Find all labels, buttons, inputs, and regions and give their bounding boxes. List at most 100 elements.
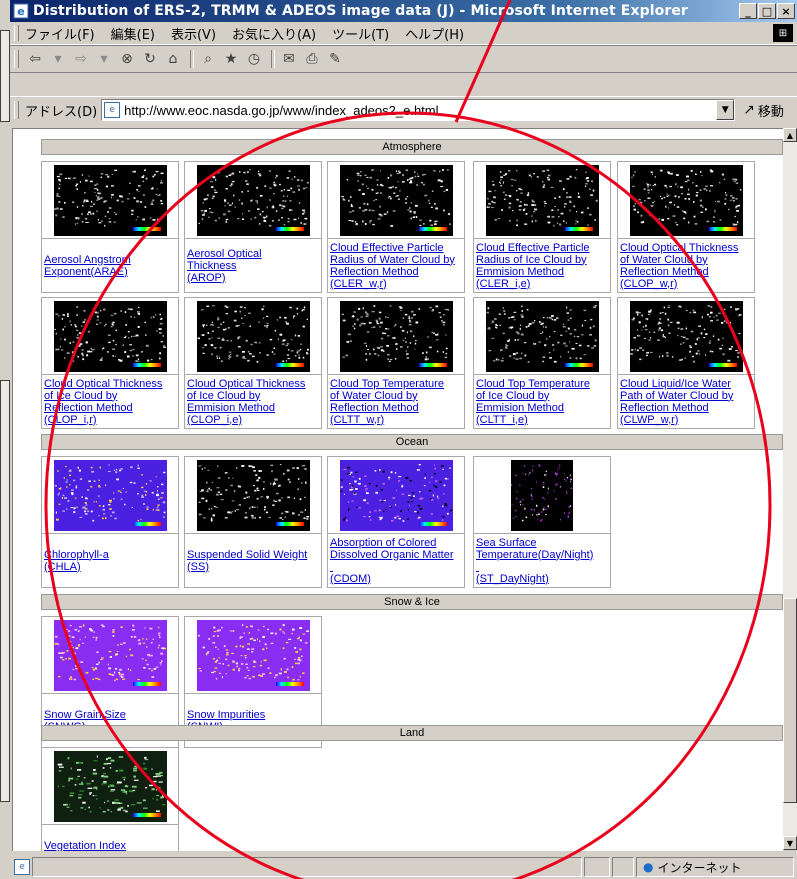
address-input[interactable]: e http://www.eoc.nasda.go.jp/www/index_a… xyxy=(101,99,736,121)
product-link-clop-wr[interactable]: Cloud Optical Thickness of Water Cloud by… xyxy=(618,238,754,292)
product-thumbnail[interactable] xyxy=(54,620,167,691)
product-link-line[interactable]: (SS) xyxy=(187,561,319,573)
product-link-line[interactable]: Path of Water Cloud by xyxy=(620,390,752,402)
product-link-vgi[interactable]: Vegetation Index(VGI) xyxy=(42,824,178,851)
product-link-line[interactable]: (CLOP_i,r) xyxy=(44,414,176,426)
product-thumbnail[interactable] xyxy=(197,301,310,372)
scroll-thumb[interactable] xyxy=(783,598,797,803)
product-link-line[interactable]: (CLTT_i,e) xyxy=(476,414,608,426)
product-link-line[interactable]: Reflection Method xyxy=(620,266,752,278)
menu-edit[interactable]: 編集(E) xyxy=(111,24,155,43)
scroll-up-icon[interactable]: ▲ xyxy=(783,128,797,142)
back-dropdown-icon[interactable]: ▾ xyxy=(48,49,68,69)
product-link-line[interactable]: (CHLA) xyxy=(44,561,176,573)
print-icon[interactable]: ⎙ xyxy=(302,49,322,69)
product-link-line[interactable]: (CLOP_w,r) xyxy=(620,278,752,290)
menu-file[interactable]: ファイル(F) xyxy=(25,24,95,43)
product-link-line[interactable]: of Ice Cloud by xyxy=(187,390,319,402)
product-link-line[interactable]: Suspended Solid Weight xyxy=(187,549,319,561)
minimize-button[interactable]: _ xyxy=(739,3,757,19)
product-thumbnail[interactable] xyxy=(340,301,453,372)
product-thumbnail[interactable] xyxy=(486,301,599,372)
product-link-line[interactable]: of Water Cloud by xyxy=(330,390,462,402)
product-link-line[interactable]: Dissolved Organic Matter xyxy=(330,549,462,561)
product-link-line[interactable]: Cloud Optical Thickness xyxy=(187,378,319,390)
menu-favorites[interactable]: お気に入り(A) xyxy=(232,24,316,43)
product-link-line[interactable]: Cloud Top Temperature xyxy=(330,378,462,390)
product-link-line[interactable]: Emmision Method xyxy=(187,402,319,414)
product-thumbnail[interactable] xyxy=(54,751,167,822)
address-url[interactable]: http://www.eoc.nasda.go.jp/www/index_ade… xyxy=(124,103,438,118)
title-bar[interactable]: e Distribution of ERS-2, TRMM & ADEOS im… xyxy=(10,0,797,22)
product-link-clop-ie[interactable]: Cloud Optical Thickness of Ice Cloud by Em… xyxy=(185,374,321,428)
product-link-sst[interactable]: Sea Surface Temperature(Day/Night) (ST_Da… xyxy=(474,533,610,587)
product-link-line[interactable]: Cloud Optical Thickness xyxy=(620,242,752,254)
product-link-line[interactable]: Radius of Water Cloud by xyxy=(330,254,462,266)
product-link-line[interactable]: (CLER_w,r) xyxy=(330,278,462,290)
product-link-cdom[interactable]: Absorption of Colored Dissolved Organic M… xyxy=(328,533,464,587)
product-link-line[interactable]: Reflection Method xyxy=(44,402,176,414)
product-link-line[interactable]: Absorption of Colored xyxy=(330,537,462,549)
favorites-icon[interactable]: ★ xyxy=(221,49,241,69)
product-link-line[interactable]: Chlorophyll-a xyxy=(44,549,176,561)
product-thumbnail[interactable] xyxy=(54,460,167,531)
product-link-line[interactable] xyxy=(476,561,608,573)
product-thumbnail[interactable] xyxy=(197,460,310,531)
mail-icon[interactable]: ✉ xyxy=(279,49,299,69)
product-link-line[interactable]: Cloud Effective Particle xyxy=(476,242,608,254)
menu-view[interactable]: 表示(V) xyxy=(171,24,216,43)
go-button[interactable]: ↗ 移動 xyxy=(743,101,784,120)
toolbar-grip[interactable] xyxy=(14,50,19,68)
address-dropdown-icon[interactable]: ▼ xyxy=(716,100,735,120)
product-link-line[interactable]: (CLOP_i,e) xyxy=(187,414,319,426)
close-button[interactable]: × xyxy=(777,3,795,19)
menu-help[interactable]: ヘルプ(H) xyxy=(405,24,464,43)
address-grip[interactable] xyxy=(14,101,19,119)
product-link-line[interactable]: Vegetation Index xyxy=(44,840,176,852)
refresh-icon[interactable]: ↻ xyxy=(140,49,160,69)
scroll-down-icon[interactable]: ▼ xyxy=(783,836,797,850)
product-link-clop-ir[interactable]: Cloud Optical Thickness of Ice Cloud by Re… xyxy=(42,374,178,428)
product-link-line[interactable]: (ST_DayNight) xyxy=(476,573,608,585)
product-link-line[interactable]: Reflection Method xyxy=(330,266,462,278)
product-link-clwp-wr[interactable]: Cloud Liquid/Ice Water Path of Water Clou… xyxy=(618,374,754,428)
product-link-line[interactable]: Temperature(Day/Night) xyxy=(476,549,608,561)
product-link-line[interactable]: Exponent(ARAE) xyxy=(44,266,176,278)
product-link-cler-ie[interactable]: Cloud Effective Particle Radius of Ice Cl… xyxy=(474,238,610,292)
back-arrow-icon[interactable]: ⇦ xyxy=(25,49,45,69)
vertical-scrollbar[interactable]: ▲ ▼ xyxy=(783,128,797,850)
product-link-cler-wr[interactable]: Cloud Effective Particle Radius of Water … xyxy=(328,238,464,292)
product-link-line[interactable]: of Water Cloud by xyxy=(620,254,752,266)
product-link-line[interactable]: Emmision Method xyxy=(476,266,608,278)
history-icon[interactable]: ◷ xyxy=(244,49,264,69)
edit-icon[interactable]: ✎ xyxy=(325,49,345,69)
product-link-line[interactable]: Aerosol Optical xyxy=(187,248,319,260)
product-link-line[interactable]: (CDOM) xyxy=(330,573,462,585)
product-link-cltt-ie[interactable]: Cloud Top Temperature of Ice Cloud by Emmi… xyxy=(474,374,610,428)
product-link-line[interactable]: (AROP) xyxy=(187,272,319,284)
product-thumbnail[interactable] xyxy=(340,460,453,531)
maximize-button[interactable]: □ xyxy=(758,3,776,19)
product-link-cltt-wr[interactable]: Cloud Top Temperature of Water Cloud by Re… xyxy=(328,374,464,428)
product-link-line[interactable]: of Ice Cloud by xyxy=(476,390,608,402)
product-thumbnail[interactable] xyxy=(486,165,599,236)
product-link-ss[interactable]: Suspended Solid Weight (SS) xyxy=(185,533,321,587)
search-icon[interactable]: ⌕ xyxy=(198,49,218,69)
product-thumbnail[interactable] xyxy=(630,165,743,236)
product-link-line[interactable]: Emmision Method xyxy=(476,402,608,414)
product-link-line[interactable]: Cloud Top Temperature xyxy=(476,378,608,390)
product-thumbnail[interactable] xyxy=(54,165,167,236)
product-link-line[interactable]: (CLTT_w,r) xyxy=(330,414,462,426)
product-link-arop[interactable]: Aerosol Optical Thickness (AROP) xyxy=(185,238,321,292)
product-link-line[interactable]: Snow Grain Size xyxy=(44,709,176,721)
product-thumbnail[interactable] xyxy=(54,301,167,372)
product-thumbnail[interactable] xyxy=(340,165,453,236)
product-link-line[interactable]: Cloud Effective Particle xyxy=(330,242,462,254)
product-link-line[interactable]: Snow Impurities xyxy=(187,709,319,721)
product-link-line[interactable] xyxy=(330,561,462,573)
product-link-line[interactable]: (CLWP_w,r) xyxy=(620,414,752,426)
product-thumbnail[interactable] xyxy=(630,301,743,372)
product-link-line[interactable]: Reflection Method xyxy=(620,402,752,414)
forward-arrow-icon[interactable]: ⇨ xyxy=(71,49,91,69)
product-link-line[interactable]: Reflection Method xyxy=(330,402,462,414)
